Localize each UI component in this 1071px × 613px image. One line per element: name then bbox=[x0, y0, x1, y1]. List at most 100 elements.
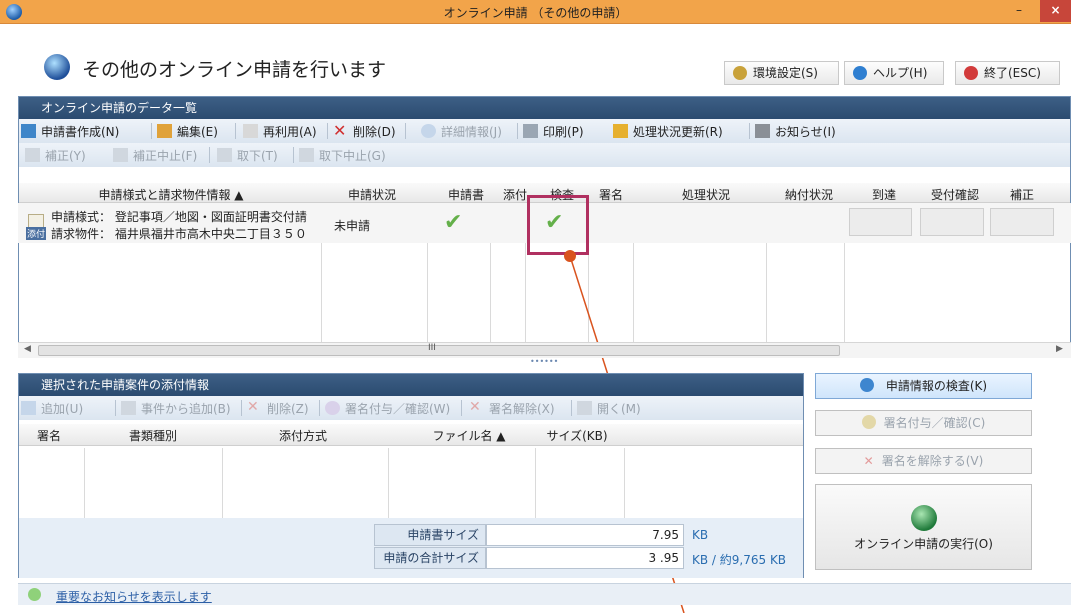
col-payment-status[interactable]: 納付状況 bbox=[767, 186, 851, 203]
withdraw-label: 取下(T) bbox=[237, 149, 278, 163]
attachment-header: 選択された申請案件の添付情報 bbox=[19, 374, 803, 396]
scroll-left-icon[interactable]: ◀ bbox=[24, 344, 31, 354]
title-bar: オンライン申請 （その他の申請） – × bbox=[0, 0, 1071, 24]
row-status: 未申請 bbox=[334, 219, 371, 233]
close-button[interactable]: × bbox=[1040, 0, 1071, 22]
print-label: 印刷(P) bbox=[543, 125, 584, 139]
sign-button-label: 署名付与／確認(C) bbox=[883, 416, 986, 430]
total-size-unit: KB / 約9,765 KB bbox=[692, 553, 787, 567]
col-size[interactable]: サイズ(KB) bbox=[531, 427, 623, 444]
edit-button[interactable]: 編集(E) bbox=[157, 123, 218, 140]
unsign-x-icon: ✕ bbox=[863, 454, 874, 468]
unsign-icon: ✕ bbox=[469, 399, 481, 415]
notice-link[interactable]: 重要なお知らせを表示します bbox=[56, 588, 212, 605]
help-button[interactable]: ヘルプ(H) bbox=[844, 61, 944, 85]
delete-label: 削除(D) bbox=[353, 125, 396, 139]
col-signature[interactable]: 署名 bbox=[589, 186, 633, 203]
status-update-button[interactable]: 処理状況更新(R) bbox=[613, 123, 723, 140]
exit-label: 終了(ESC) bbox=[984, 66, 1041, 80]
reuse-button[interactable]: 再利用(A) bbox=[243, 123, 317, 140]
doc-size-label: 申請書サイズ bbox=[374, 524, 486, 546]
arrival-cell bbox=[849, 208, 912, 236]
detail-info-button[interactable]: 詳細情報(J) bbox=[421, 123, 502, 140]
inspect-label: 申請情報の検査(K) bbox=[885, 379, 988, 393]
settings-label: 環境設定(S) bbox=[753, 66, 818, 80]
unsign-action-button[interactable]: ✕ 署名を解除する(V) bbox=[815, 448, 1032, 474]
page-title: その他のオンライン申請を行います bbox=[82, 59, 387, 81]
col-process-status[interactable]: 処理状況 bbox=[641, 186, 771, 203]
open-button[interactable]: 開く(M) bbox=[577, 400, 641, 417]
total-size-label: 申請の合計サイズ bbox=[374, 547, 486, 569]
col-amend[interactable]: 補正 bbox=[993, 186, 1051, 203]
scroll-right-icon[interactable]: ▶ bbox=[1056, 344, 1063, 354]
add-icon bbox=[21, 401, 36, 415]
col-filename[interactable]: ファイル名 ▲ bbox=[389, 427, 549, 444]
add-case-label: 事件から追加(B) bbox=[141, 402, 231, 416]
row-form-line: 申請様式： 登記事項／地図・図面証明書交付請 bbox=[51, 210, 307, 224]
col-arrival[interactable]: 到達 bbox=[849, 186, 919, 203]
list-toolbar-1: 申請書作成(N) 編集(E) 再利用(A) ✕ 削除(D) 詳細情報(J) 印刷(… bbox=[19, 119, 1070, 143]
horizontal-scrollbar[interactable]: ◀ III ▶ bbox=[18, 342, 1071, 358]
exit-icon bbox=[964, 66, 978, 80]
col-sign[interactable]: 署名 bbox=[25, 427, 73, 444]
unsign-action-label: 署名を解除する(V) bbox=[881, 454, 984, 468]
sign-button[interactable]: 署名付与／確認(C) bbox=[815, 410, 1032, 436]
withdraw-button[interactable]: 取下(T) bbox=[217, 147, 278, 164]
execute-label: オンライン申請の実行(O) bbox=[854, 537, 993, 551]
reuse-label: 再利用(A) bbox=[263, 125, 317, 139]
cancel-amend-button[interactable]: 補正中止(F) bbox=[113, 147, 197, 164]
unsign-label: 署名解除(X) bbox=[489, 402, 555, 416]
exit-button[interactable]: 終了(ESC) bbox=[955, 61, 1060, 85]
add-from-case-button[interactable]: 事件から追加(B) bbox=[121, 400, 231, 417]
col-attach-method[interactable]: 添付方式 bbox=[223, 427, 383, 444]
create-application-button[interactable]: 申請書作成(N) bbox=[21, 123, 119, 140]
attachment-grid-header: 署名 書類種別 添付方式 ファイル名 ▲ サイズ(KB) bbox=[19, 424, 803, 446]
col-receipt[interactable]: 受付確認 bbox=[919, 186, 991, 203]
attach-delete-icon: ✕ bbox=[247, 399, 259, 415]
notice-button[interactable]: お知らせ(I) bbox=[755, 123, 836, 140]
sign-confirm-button[interactable]: 署名付与／確認(W) bbox=[325, 400, 450, 417]
scroll-grip: III bbox=[428, 343, 436, 353]
print-button[interactable]: 印刷(P) bbox=[523, 123, 584, 140]
help-icon bbox=[853, 66, 867, 80]
attach-delete-button[interactable]: ✕ 削除(Z) bbox=[247, 400, 309, 417]
delete-x-icon: ✕ bbox=[333, 121, 347, 140]
amend-button[interactable]: 補正(Y) bbox=[25, 147, 86, 164]
col-app-doc[interactable]: 申請書 bbox=[431, 186, 501, 203]
open-label: 開く(M) bbox=[597, 402, 641, 416]
detail-label: 詳細情報(J) bbox=[441, 125, 502, 139]
cancel-withdraw-button[interactable]: 取下中止(G) bbox=[299, 147, 386, 164]
open-icon bbox=[577, 401, 592, 415]
create-label: 申請書作成(N) bbox=[41, 125, 120, 139]
amend-icon bbox=[25, 148, 40, 162]
notice-icon bbox=[755, 124, 770, 138]
cancel-withdraw-label: 取下中止(G) bbox=[319, 149, 386, 163]
settings-button[interactable]: 環境設定(S) bbox=[724, 61, 839, 85]
refresh-icon bbox=[613, 124, 628, 138]
execute-button[interactable]: オンライン申請の実行(O) bbox=[815, 484, 1032, 570]
col-app-status[interactable]: 申請状況 bbox=[327, 186, 417, 203]
edit-label: 編集(E) bbox=[177, 125, 218, 139]
receipt-cell bbox=[920, 208, 984, 236]
scrollbar-thumb[interactable] bbox=[38, 345, 840, 356]
add-case-icon bbox=[121, 401, 136, 415]
splitter-handle[interactable]: •••••• bbox=[530, 357, 558, 366]
unsign-button[interactable]: ✕ 署名解除(X) bbox=[469, 400, 555, 417]
status-bar: 重要なお知らせを表示します bbox=[18, 583, 1071, 605]
help-label: ヘルプ(H) bbox=[873, 66, 928, 80]
inspect-button[interactable]: 申請情報の検査(K) bbox=[815, 373, 1032, 399]
add-button[interactable]: 追加(U) bbox=[21, 400, 83, 417]
withdraw-icon bbox=[217, 148, 232, 162]
col-form-info[interactable]: 申請様式と請求物件情報 ▲ bbox=[25, 186, 317, 203]
settings-icon bbox=[733, 66, 747, 80]
cancel-amend-label: 補正中止(F) bbox=[133, 149, 198, 163]
status-update-label: 処理状況更新(R) bbox=[633, 125, 723, 139]
attach-delete-label: 削除(Z) bbox=[267, 402, 309, 416]
notice-dot-icon bbox=[28, 588, 41, 601]
callout-dot bbox=[564, 250, 576, 262]
delete-button[interactable]: ✕ 削除(D) bbox=[333, 123, 396, 140]
col-doc-type[interactable]: 書類種別 bbox=[83, 427, 223, 444]
minimize-button[interactable]: – bbox=[1008, 0, 1030, 22]
cancel-withdraw-icon bbox=[299, 148, 314, 162]
window-title: オンライン申請 （その他の申請） bbox=[443, 6, 628, 20]
